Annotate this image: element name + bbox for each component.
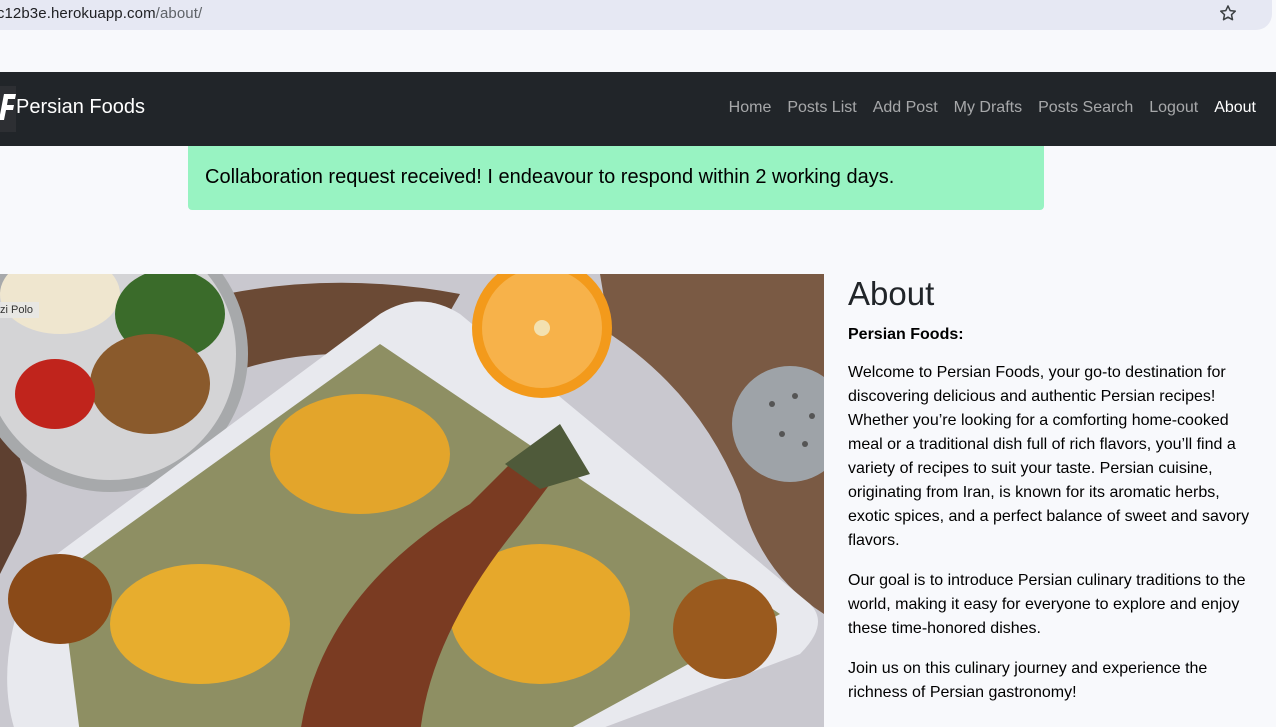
image-caption: zi Polo [0,302,40,318]
nav-posts-search[interactable]: Posts Search [1038,99,1133,117]
address-bar[interactable]: 34c12b3e.herokuapp.com/about/ [0,0,1272,30]
about-section: About Persian Foods: Welcome to Persian … [848,275,1258,705]
nav-home[interactable]: Home [729,99,772,117]
nav-logout[interactable]: Logout [1149,99,1198,117]
food-photo-illustration [0,274,824,727]
nav-my-drafts[interactable]: My Drafts [954,99,1022,117]
nav-about[interactable]: About [1214,99,1256,117]
url-path: /about/ [155,5,203,22]
alert-message: Collaboration request received! I endeav… [205,166,895,188]
brand-logo-icon[interactable] [0,86,16,132]
page-title: About [848,275,935,312]
nav-links: Home Posts List Add Post My Drafts Posts… [729,99,1256,117]
star-icon[interactable] [1218,3,1238,23]
browser-chrome: 34c12b3e.herokuapp.com/about/ [0,0,1276,72]
url-text[interactable]: 34c12b3e.herokuapp.com/about/ [0,5,202,22]
about-paragraph-2: Our goal is to introduce Persian culinar… [848,572,1246,638]
top-navbar: Persian Foods Home Posts List Add Post M… [0,72,1276,146]
nav-posts-list[interactable]: Posts List [787,99,856,117]
about-paragraph-1: Welcome to Persian Foods, your go-to des… [848,364,1250,550]
nav-add-post[interactable]: Add Post [873,99,938,117]
about-paragraph-3: Join us on this culinary journey and exp… [848,660,1208,702]
url-host: 34c12b3e.herokuapp.com [0,5,156,22]
about-subheading: Persian Foods: [848,326,964,344]
brand-name[interactable]: Persian Foods [16,96,145,119]
success-alert: Collaboration request received! I endeav… [188,146,1044,210]
food-image: zi Polo [0,274,824,727]
